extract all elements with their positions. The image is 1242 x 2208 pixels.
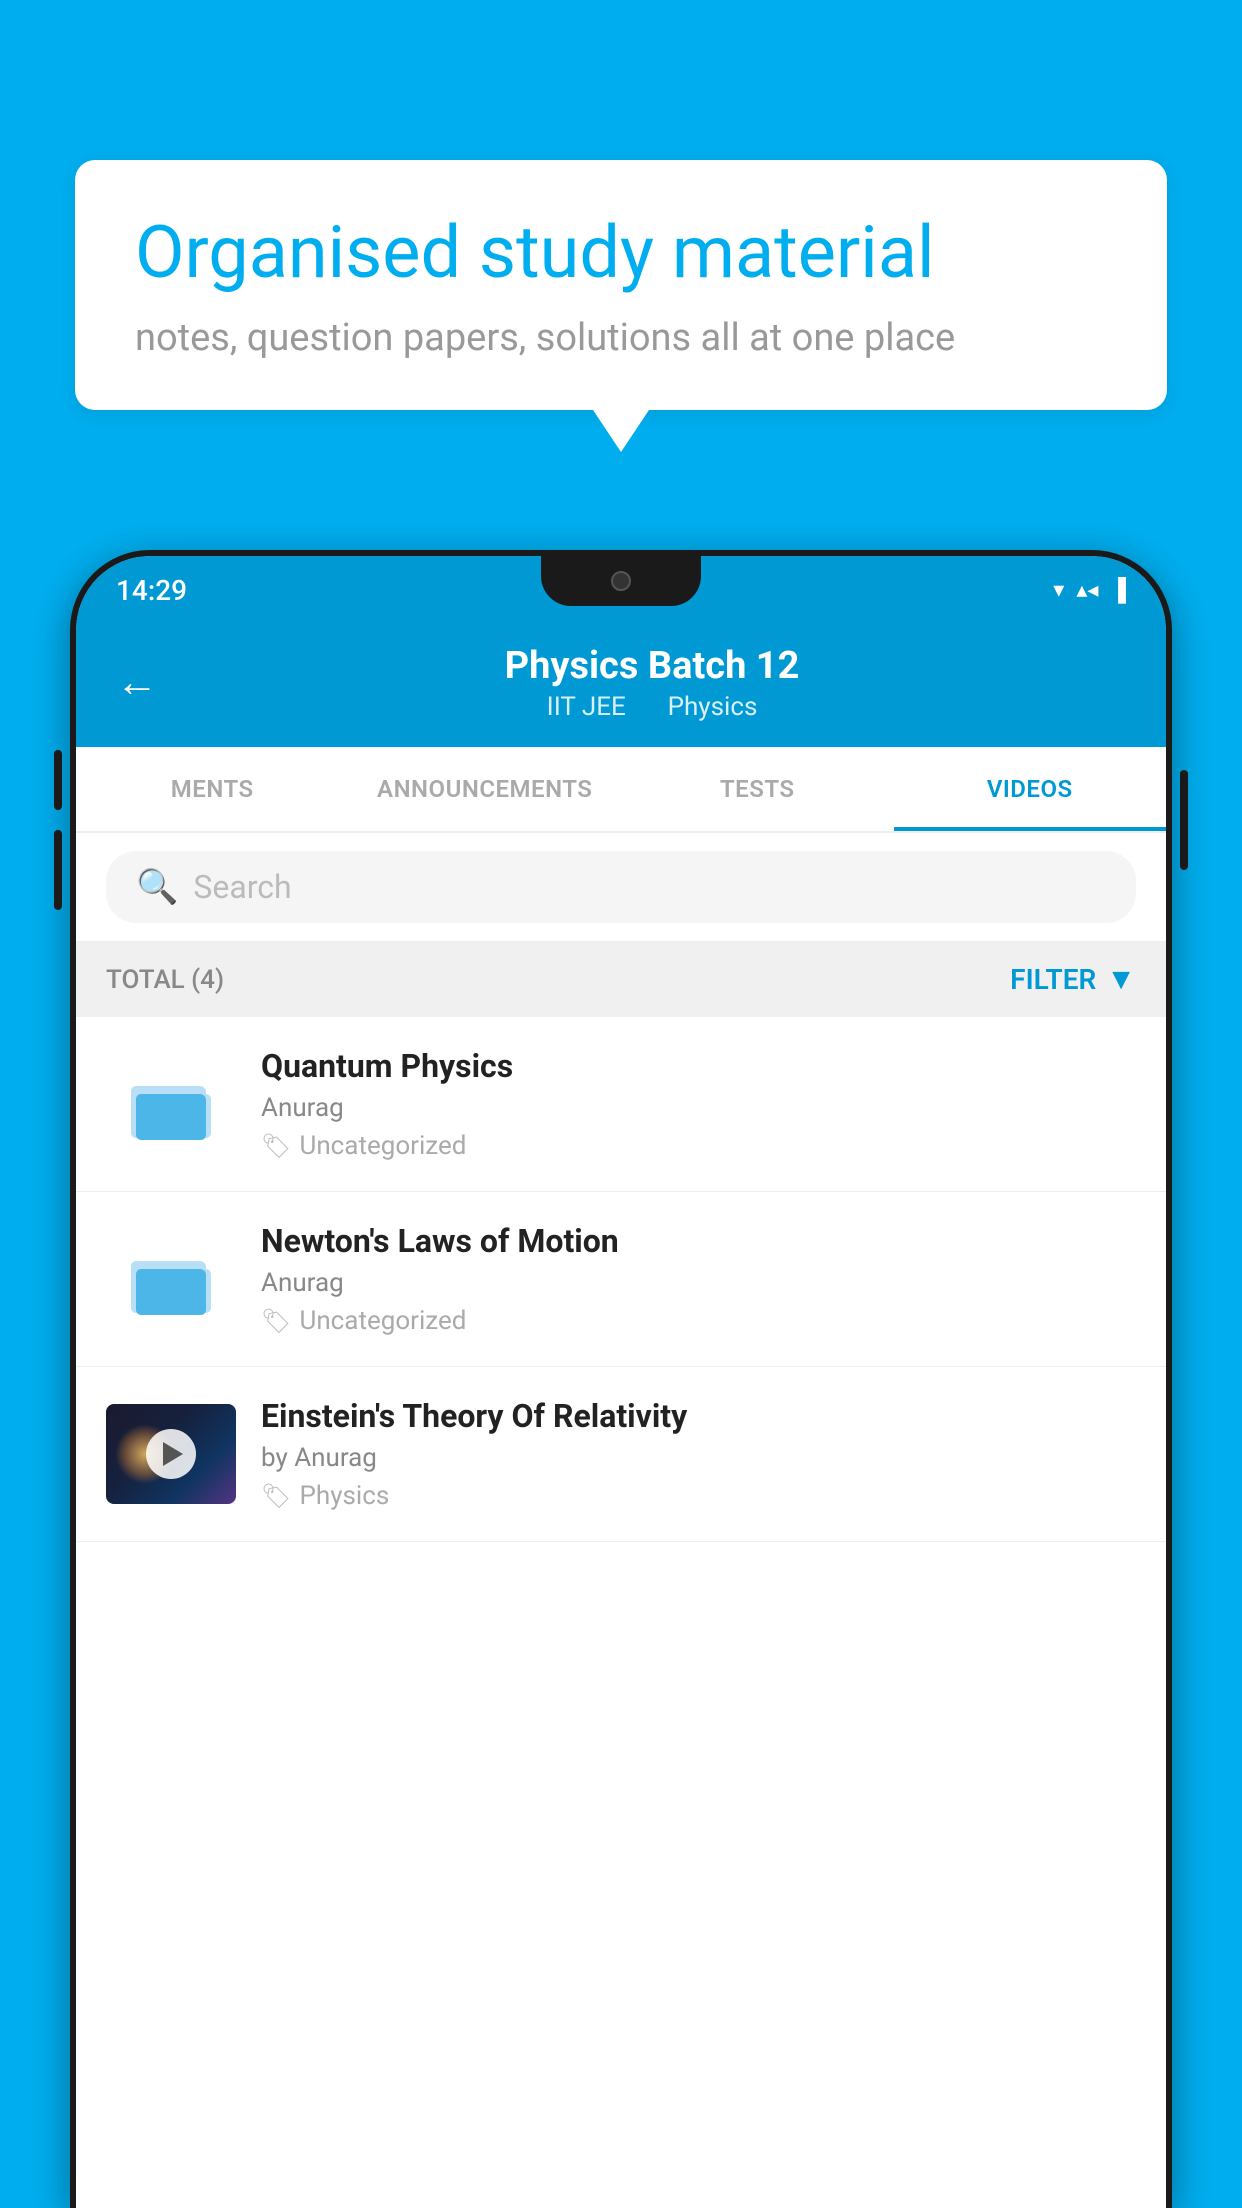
video-info: Newton's Laws of Motion Anurag 🏷 Uncateg… (261, 1222, 1136, 1336)
video-thumb-bg (106, 1404, 236, 1504)
search-icon: 🔍 (136, 867, 178, 907)
wifi-icon: ▾ (1053, 578, 1064, 603)
video-tag: 🏷 Uncategorized (261, 1131, 1136, 1161)
search-bar-container: 🔍 Search (76, 833, 1166, 942)
tag-label: Uncategorized (299, 1131, 466, 1161)
camera-dot (611, 571, 631, 591)
video-author: Anurag (261, 1093, 1136, 1123)
search-input[interactable]: Search (193, 868, 291, 906)
video-title: Quantum Physics (261, 1047, 1136, 1085)
tag-icon: 🏷 (261, 1132, 291, 1160)
list-item[interactable]: Newton's Laws of Motion Anurag 🏷 Uncateg… (76, 1192, 1166, 1367)
screen-content: 14:29 ▾ ▴◂ ▐ ← Physics Batch 12 IIT JEE (76, 556, 1166, 2208)
tab-announcements[interactable]: ANNOUNCEMENTS (349, 747, 622, 831)
filter-label: FILTER (1010, 963, 1096, 996)
vol-down-button (54, 830, 62, 910)
back-button[interactable]: ← (116, 662, 158, 704)
folder-icon (126, 1064, 216, 1144)
subtitle-part2: Physics (668, 692, 758, 722)
battery-icon: ▐ (1110, 577, 1126, 603)
phone-screen: 14:29 ▾ ▴◂ ▐ ← Physics Batch 12 IIT JEE (76, 556, 1166, 2208)
phone-frame: 14:29 ▾ ▴◂ ▐ ← Physics Batch 12 IIT JEE (70, 550, 1172, 2208)
batch-title: Physics Batch 12 (178, 644, 1126, 688)
power-button (1180, 770, 1188, 870)
video-info: Quantum Physics Anurag 🏷 Uncategorized (261, 1047, 1136, 1161)
tab-videos[interactable]: VIDEOS (894, 747, 1167, 831)
folder-icon-wrapper (106, 1229, 236, 1329)
list-item[interactable]: Quantum Physics Anurag 🏷 Uncategorized (76, 1017, 1166, 1192)
bubble-title: Organised study material (135, 210, 1107, 296)
total-count: TOTAL (4) (106, 965, 224, 995)
status-time: 14:29 (116, 574, 187, 607)
search-bar[interactable]: 🔍 Search (106, 851, 1136, 923)
video-title: Newton's Laws of Motion (261, 1222, 1136, 1260)
signal-icon: ▴◂ (1076, 578, 1098, 603)
header-center: Physics Batch 12 IIT JEE Physics (178, 644, 1126, 722)
folder-icon (126, 1239, 216, 1319)
video-title: Einstein's Theory Of Relativity (261, 1397, 1136, 1435)
play-triangle-icon (163, 1442, 183, 1466)
video-info: Einstein's Theory Of Relativity by Anura… (261, 1397, 1136, 1511)
tag-icon: 🏷 (261, 1307, 291, 1335)
status-icons: ▾ ▴◂ ▐ (1053, 577, 1126, 603)
batch-subtitle: IIT JEE Physics (178, 692, 1126, 722)
phone-notch (541, 556, 701, 606)
play-button[interactable] (146, 1429, 196, 1479)
app-header: ← Physics Batch 12 IIT JEE Physics (76, 624, 1166, 747)
phone-inner: 14:29 ▾ ▴◂ ▐ ← Physics Batch 12 IIT JEE (76, 556, 1166, 2208)
tag-label: Physics (299, 1481, 389, 1511)
subtitle-part1: IIT JEE (547, 692, 626, 722)
video-author: by Anurag (261, 1443, 1136, 1473)
list-item[interactable]: Einstein's Theory Of Relativity by Anura… (76, 1367, 1166, 1542)
video-tag: 🏷 Physics (261, 1481, 1136, 1511)
folder-icon-wrapper (106, 1054, 236, 1154)
tag-icon: 🏷 (261, 1482, 291, 1510)
bubble-subtitle: notes, question papers, solutions all at… (135, 316, 1107, 360)
tab-tests[interactable]: TESTS (621, 747, 894, 831)
video-author: Anurag (261, 1268, 1136, 1298)
tabs-bar: MENTS ANNOUNCEMENTS TESTS VIDEOS (76, 747, 1166, 833)
filter-button[interactable]: FILTER ▼ (1010, 962, 1136, 997)
tag-label: Uncategorized (299, 1306, 466, 1336)
vol-up-button (54, 750, 62, 810)
video-thumbnail (106, 1404, 236, 1504)
tab-ments[interactable]: MENTS (76, 747, 349, 831)
speech-bubble: Organised study material notes, question… (75, 160, 1167, 410)
filter-bar: TOTAL (4) FILTER ▼ (76, 942, 1166, 1017)
video-tag: 🏷 Uncategorized (261, 1306, 1136, 1336)
filter-icon: ▼ (1106, 962, 1136, 997)
video-list: Quantum Physics Anurag 🏷 Uncategorized (76, 1017, 1166, 2208)
